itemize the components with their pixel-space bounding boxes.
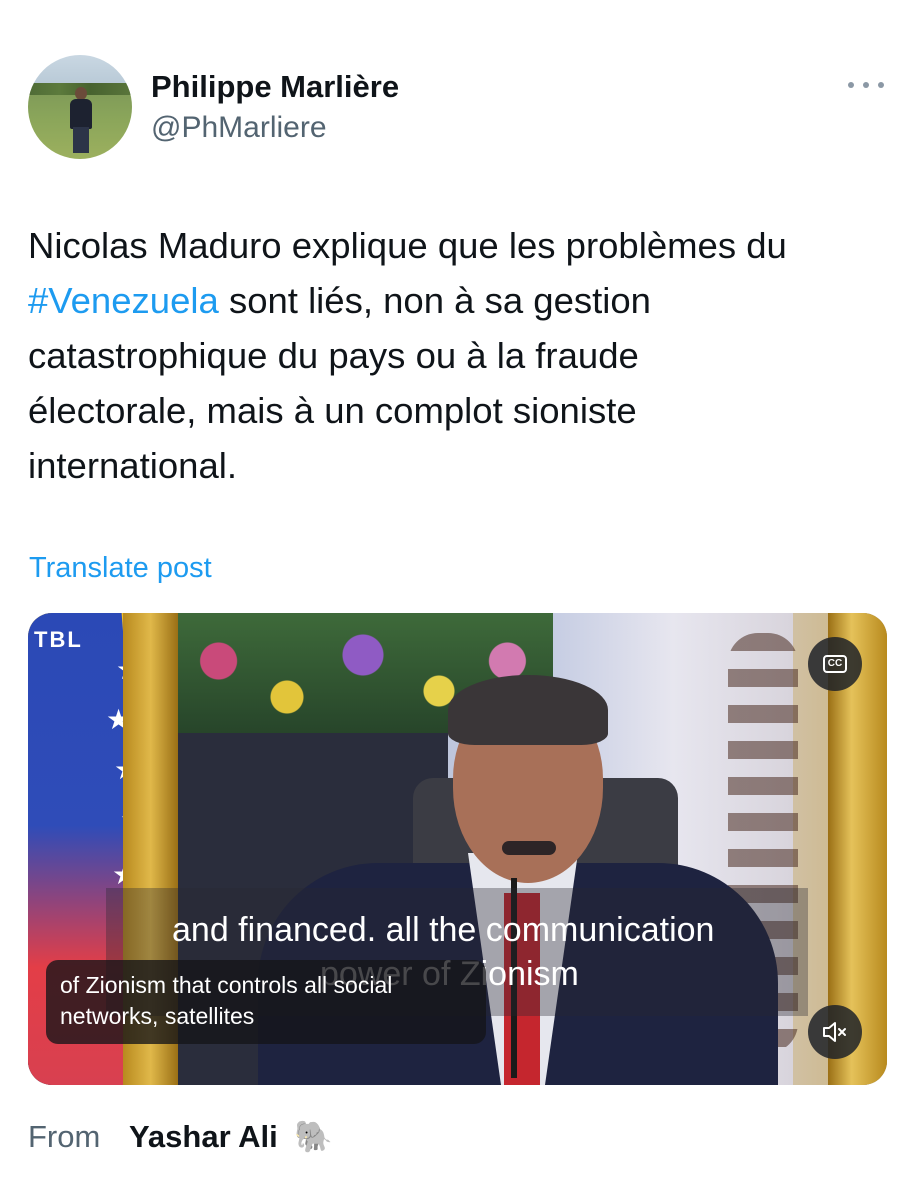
source-user-link[interactable]: Yashar Ali xyxy=(129,1119,278,1154)
mute-button[interactable] xyxy=(808,1005,862,1059)
caption-small-line-1: of Zionism that controls all social xyxy=(60,972,393,998)
dot xyxy=(848,82,854,88)
tweet-line: Nicolas Maduro explique que les problème… xyxy=(28,225,787,266)
dot xyxy=(863,82,869,88)
closed-captions-button[interactable]: CC xyxy=(808,637,862,691)
tweet-line: international. xyxy=(28,445,238,486)
quote-source: From Yashar Ali 🐘 xyxy=(28,1118,333,1155)
avatar-person-legs xyxy=(73,127,89,153)
from-label: From xyxy=(28,1119,101,1154)
closed-captions-icon: CC xyxy=(822,655,848,673)
translate-post-link[interactable]: Translate post xyxy=(29,552,212,585)
tweet-line: #Venezuela sont liés, non à sa gestion xyxy=(28,273,888,328)
caption-small-line-2: networks, satellites xyxy=(60,1003,255,1029)
author-name[interactable]: Philippe Marlière xyxy=(151,69,399,105)
elephant-emoji: 🐘 xyxy=(294,1119,333,1154)
author-avatar[interactable] xyxy=(28,55,132,159)
tweet-line-rest: sont liés, non à sa gestion xyxy=(218,280,651,321)
more-options-icon[interactable] xyxy=(848,77,884,93)
tweet-header: Philippe Marlière @PhMarliere xyxy=(28,55,888,160)
channel-logo: TBL xyxy=(34,627,83,652)
video-hair xyxy=(448,675,608,745)
speaker-muted-icon xyxy=(823,1022,846,1042)
dot xyxy=(878,82,884,88)
video-player[interactable]: ★ ★ ★ ★ ★ TBL and financed. all the comm… xyxy=(28,613,887,1085)
video-mustache xyxy=(502,841,556,855)
caption-main-line-1: and financed. all the communication xyxy=(172,911,715,949)
author-handle[interactable]: @PhMarliere xyxy=(151,111,327,145)
caption-small-box: of Zionism that controls all social netw… xyxy=(46,960,486,1044)
hashtag-venezuela[interactable]: #Venezuela xyxy=(28,280,219,321)
avatar-person-body xyxy=(70,99,92,129)
tweet-line: catastrophique du pays ou à la fraude xyxy=(28,335,639,376)
tweet-text: Nicolas Maduro explique que les problème… xyxy=(28,218,888,493)
tweet-line: électorale, mais à un complot sioniste xyxy=(28,390,637,431)
